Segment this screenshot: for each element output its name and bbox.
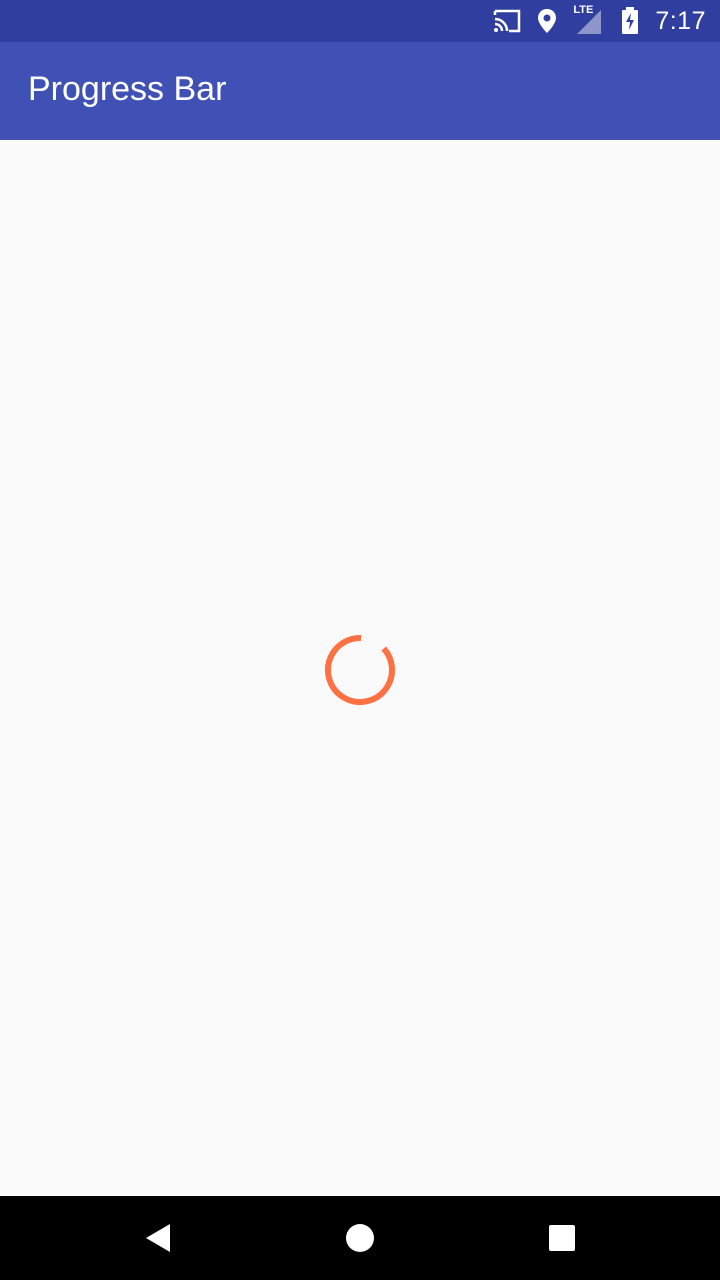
signal-icon bbox=[577, 10, 602, 34]
recents-icon bbox=[549, 1225, 575, 1251]
progress-arc bbox=[325, 635, 395, 705]
signal-indicator: LTE bbox=[573, 4, 605, 36]
battery-charging-icon bbox=[622, 7, 639, 34]
home-icon bbox=[346, 1224, 374, 1252]
page-title: Progress Bar bbox=[28, 70, 227, 108]
status-time: 7:17 bbox=[655, 6, 706, 35]
home-button[interactable] bbox=[310, 1196, 410, 1280]
navigation-bar bbox=[0, 1196, 720, 1280]
status-bar: LTE 7:17 bbox=[0, 0, 720, 42]
location-icon bbox=[538, 9, 557, 33]
app-bar: Progress Bar bbox=[0, 42, 720, 140]
status-icons: LTE 7:17 bbox=[493, 0, 706, 42]
progress-spinner bbox=[325, 635, 395, 705]
back-icon bbox=[146, 1224, 170, 1252]
cast-icon bbox=[494, 9, 521, 33]
back-button[interactable] bbox=[108, 1196, 208, 1280]
recents-button[interactable] bbox=[512, 1196, 612, 1280]
